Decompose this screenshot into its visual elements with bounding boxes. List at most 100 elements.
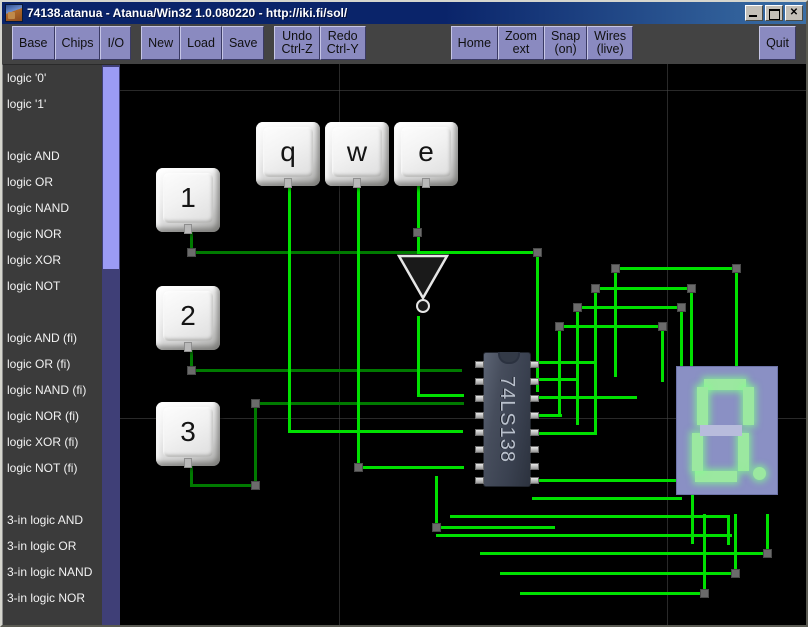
wire-node[interactable] bbox=[251, 399, 260, 408]
wire-segment[interactable] bbox=[436, 534, 732, 537]
palette-item[interactable]: 3-in logic NAND bbox=[3, 559, 103, 585]
schematic-canvas[interactable]: 74LS138 bbox=[120, 64, 806, 625]
wire-node[interactable] bbox=[677, 303, 686, 312]
wire-node[interactable] bbox=[187, 366, 196, 375]
palette-item[interactable]: logic OR bbox=[3, 169, 103, 195]
key-switch-3[interactable]: 3 bbox=[156, 402, 220, 466]
palette-item[interactable]: logic NAND (fi) bbox=[3, 377, 103, 403]
wire-node[interactable] bbox=[732, 264, 741, 273]
palette-item[interactable]: 3-in logic AND bbox=[3, 507, 103, 533]
chip-pin[interactable] bbox=[475, 395, 484, 402]
maximize-button[interactable] bbox=[765, 5, 783, 21]
palette-item[interactable]: logic '0' bbox=[3, 65, 103, 91]
wire-segment[interactable] bbox=[532, 361, 594, 364]
wire-node[interactable] bbox=[687, 284, 696, 293]
key-switch-2[interactable]: 2 bbox=[156, 286, 220, 350]
chip-pin[interactable] bbox=[475, 412, 484, 419]
chip-pin[interactable] bbox=[530, 378, 539, 385]
chip-pin[interactable] bbox=[530, 361, 539, 368]
wire-node[interactable] bbox=[591, 284, 600, 293]
key-pin[interactable] bbox=[184, 224, 192, 234]
wire-segment[interactable] bbox=[190, 251, 417, 254]
save-button[interactable]: Save bbox=[222, 26, 265, 60]
wire-segment[interactable] bbox=[435, 526, 555, 529]
not-gate[interactable] bbox=[395, 252, 451, 321]
key-switch-1[interactable]: 1 bbox=[156, 168, 220, 232]
title-bar[interactable]: 74138.atanua - Atanua/Win32 1.0.080220 -… bbox=[2, 2, 806, 24]
chip-pin[interactable] bbox=[475, 429, 484, 436]
wire-segment[interactable] bbox=[576, 306, 683, 309]
wire-segment[interactable] bbox=[254, 402, 257, 486]
key-switch-e[interactable]: e bbox=[394, 122, 458, 186]
palette-item[interactable]: 3-in logic OR bbox=[3, 533, 103, 559]
wire-node[interactable] bbox=[413, 228, 422, 237]
chip-pin[interactable] bbox=[530, 395, 539, 402]
wire-node[interactable] bbox=[251, 481, 260, 490]
home-button[interactable]: Home bbox=[451, 26, 498, 60]
key-pin[interactable] bbox=[184, 458, 192, 468]
wire-segment[interactable] bbox=[417, 184, 420, 251]
wire-segment[interactable] bbox=[190, 369, 462, 372]
palette-item[interactable]: logic XOR (fi) bbox=[3, 429, 103, 455]
wire-segment[interactable] bbox=[703, 514, 706, 592]
wire-segment[interactable] bbox=[766, 514, 769, 552]
new-button[interactable]: New bbox=[141, 26, 180, 60]
wire-node[interactable] bbox=[187, 248, 196, 257]
palette-scrollbar[interactable] bbox=[102, 65, 120, 625]
palette-item[interactable]: 3-in logic NOR bbox=[3, 585, 103, 611]
io-button[interactable]: I/O bbox=[100, 26, 131, 60]
chip-pin[interactable] bbox=[475, 477, 484, 484]
wire-segment[interactable] bbox=[727, 515, 730, 545]
load-button[interactable]: Load bbox=[180, 26, 222, 60]
key-pin[interactable] bbox=[422, 178, 430, 188]
key-pin[interactable] bbox=[184, 342, 192, 352]
key-pin[interactable] bbox=[353, 178, 361, 188]
quit-button[interactable]: Quit bbox=[759, 26, 796, 60]
palette-item[interactable]: logic NOT (fi) bbox=[3, 455, 103, 481]
wire-node[interactable] bbox=[763, 549, 772, 558]
wire-segment[interactable] bbox=[532, 479, 694, 482]
chip-pin[interactable] bbox=[475, 446, 484, 453]
wire-node[interactable] bbox=[432, 523, 441, 532]
snap-toggle-button[interactable]: Snap (on) bbox=[544, 26, 587, 60]
key-switch-q[interactable]: q bbox=[256, 122, 320, 186]
chips-button[interactable]: Chips bbox=[55, 26, 101, 60]
wire-segment[interactable] bbox=[288, 430, 463, 433]
wire-segment[interactable] bbox=[532, 432, 594, 435]
wires-toggle-button[interactable]: Wires (live) bbox=[587, 26, 633, 60]
chip-pin[interactable] bbox=[530, 446, 539, 453]
wire-segment[interactable] bbox=[500, 572, 735, 575]
wire-segment[interactable] bbox=[190, 484, 257, 487]
wire-segment[interactable] bbox=[661, 325, 664, 382]
wire-node[interactable] bbox=[555, 322, 564, 331]
wire-segment[interactable] bbox=[594, 287, 693, 290]
chip-pin[interactable] bbox=[530, 429, 539, 436]
wire-segment[interactable] bbox=[532, 497, 682, 500]
palette-item[interactable]: logic NOT bbox=[3, 273, 103, 299]
wire-node[interactable] bbox=[700, 589, 709, 598]
wire-segment[interactable] bbox=[435, 476, 438, 526]
wire-segment[interactable] bbox=[288, 184, 291, 432]
wire-segment[interactable] bbox=[558, 325, 561, 415]
wire-segment[interactable] bbox=[417, 316, 420, 396]
wire-segment[interactable] bbox=[417, 394, 464, 397]
undo-button[interactable]: Undo Ctrl-Z bbox=[274, 26, 319, 60]
wire-node[interactable] bbox=[573, 303, 582, 312]
wire-segment[interactable] bbox=[357, 466, 464, 469]
key-switch-w[interactable]: w bbox=[325, 122, 389, 186]
base-button[interactable]: Base bbox=[12, 26, 55, 60]
wire-node[interactable] bbox=[354, 463, 363, 472]
chip-pin[interactable] bbox=[475, 378, 484, 385]
wire-node[interactable] bbox=[533, 248, 542, 257]
wire-segment[interactable] bbox=[532, 396, 637, 399]
palette-item[interactable]: logic '1' bbox=[3, 91, 103, 117]
wire-node[interactable] bbox=[611, 264, 620, 273]
minimize-button[interactable] bbox=[745, 5, 763, 21]
palette-item[interactable]: logic NOR bbox=[3, 221, 103, 247]
ic-74ls138[interactable]: 74LS138 bbox=[483, 352, 531, 487]
key-pin[interactable] bbox=[284, 178, 292, 188]
chip-pin[interactable] bbox=[530, 477, 539, 484]
chip-pin[interactable] bbox=[475, 361, 484, 368]
wire-segment[interactable] bbox=[520, 592, 704, 595]
chip-pin[interactable] bbox=[530, 463, 539, 470]
